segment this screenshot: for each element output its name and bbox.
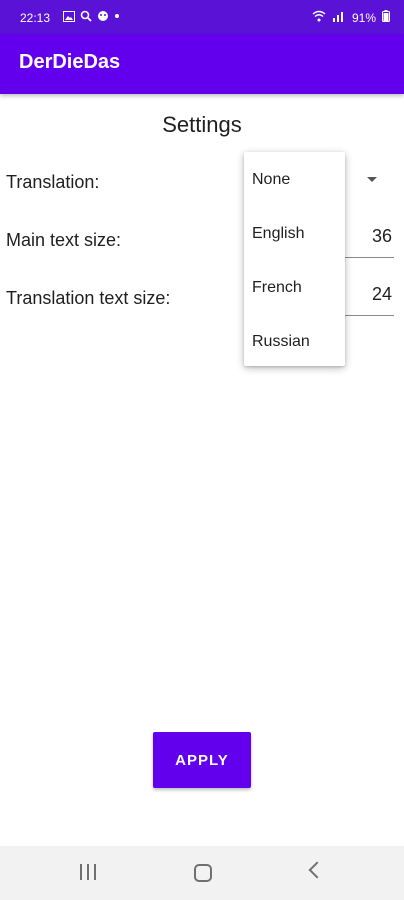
menu-item-none[interactable]: None [252,160,342,200]
menu-item-russian[interactable]: Russian [252,322,342,362]
signal-icon [332,10,346,25]
battery-percent: 91% [351,10,376,25]
status-bar: 22:13 91% [0,0,404,34]
page-title: Settings [162,112,242,137]
face-icon [97,10,109,25]
navigation-bar [0,846,404,900]
translation-text-size-label: Translation text size: [6,288,171,308]
main-text-size-underline [345,257,394,258]
translation-text-size-underline [345,315,394,316]
image-icon [63,10,75,25]
translation-dropdown-menu: None English French Russian [244,152,345,366]
translation-label: Translation: [6,172,100,192]
menu-item-english[interactable]: English [252,214,342,254]
apply-button[interactable]: APPLY [153,732,251,788]
recent-apps-icon[interactable] [80,864,96,880]
main-text-size-field[interactable]: 36 [372,226,392,247]
status-notification-icons [63,10,120,25]
translation-text-size-field[interactable]: 24 [372,284,392,305]
chevron-down-icon[interactable] [367,177,377,182]
dot-icon [114,10,120,25]
status-right: 91% [312,10,390,25]
menu-item-french[interactable]: French [252,268,342,308]
main-text-size-label: Main text size: [6,230,122,250]
status-time: 22:13 [20,11,51,25]
back-icon[interactable] [308,861,326,879]
battery-icon [382,10,390,25]
app-bar: DerDieDas [0,34,404,94]
wifi-icon [312,10,326,25]
home-icon[interactable] [194,864,212,882]
search-icon [80,10,92,25]
app-title: DerDieDas [19,51,121,73]
